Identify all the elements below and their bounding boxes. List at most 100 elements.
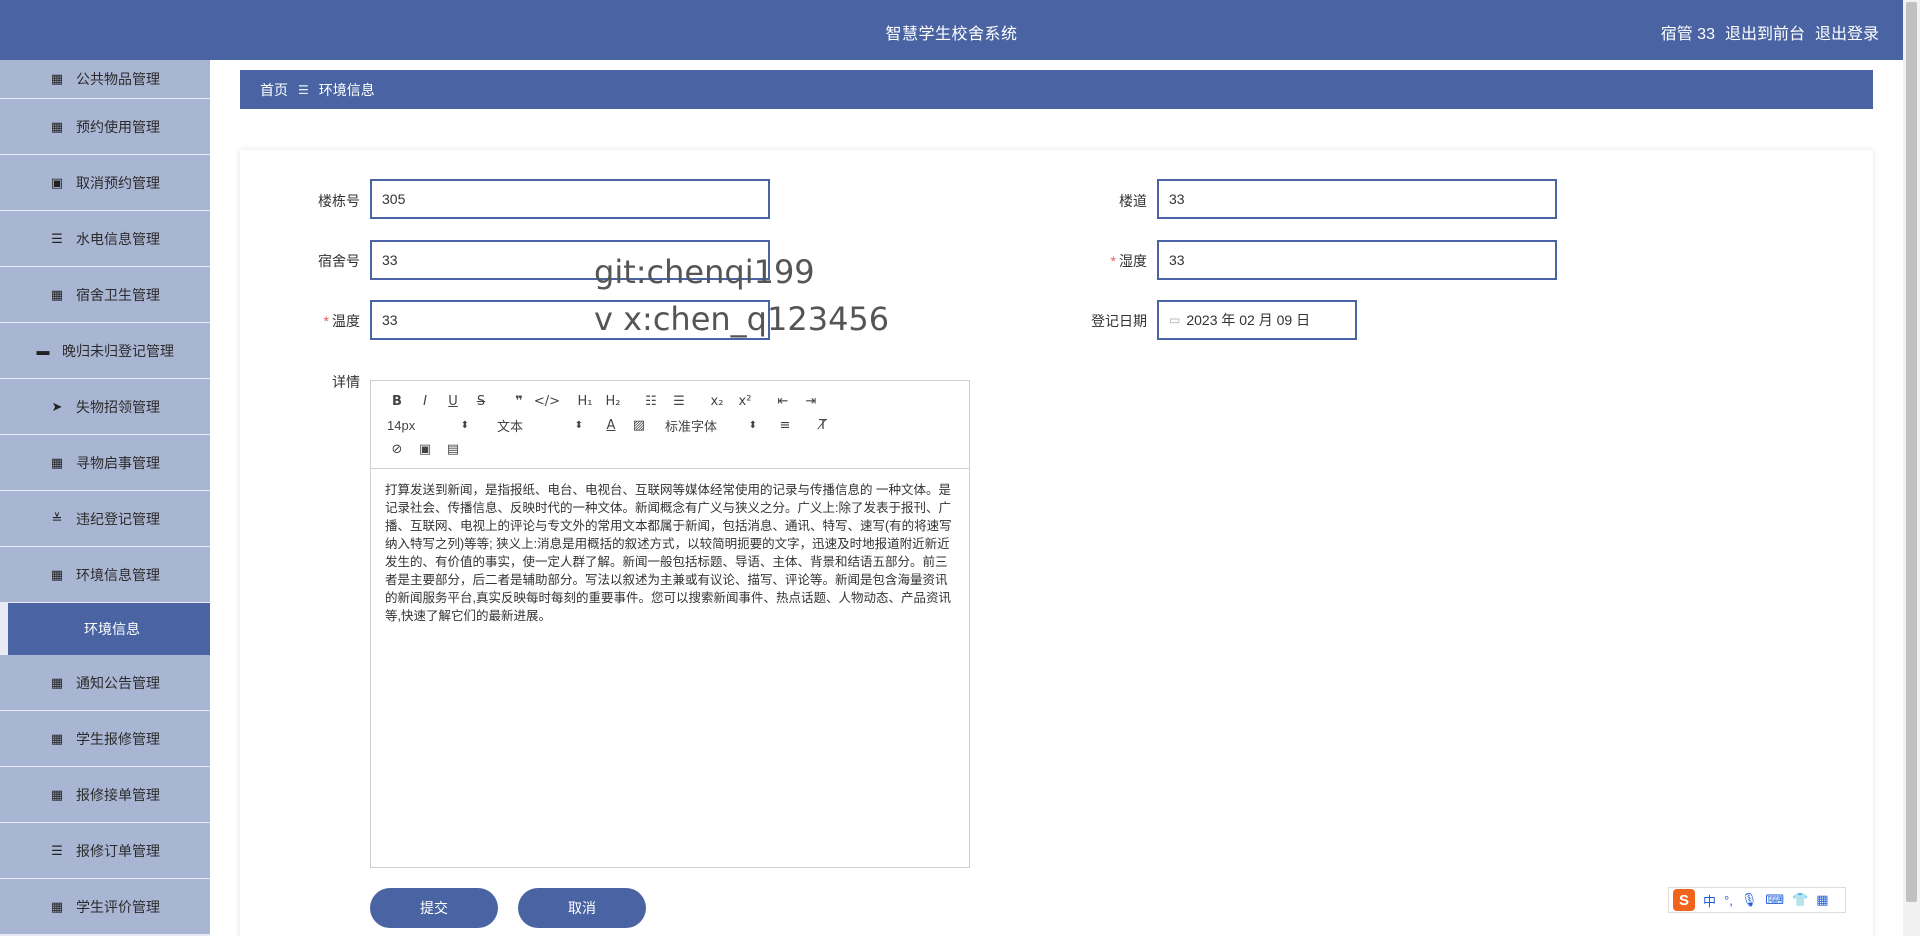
sidebar-item-label: 学生报修管理 [76, 730, 160, 747]
list-icon: ☰ [51, 230, 63, 246]
grid-icon: ▦ [50, 286, 64, 302]
user-name: 宿管 33 [1660, 26, 1715, 43]
ordered-list-icon[interactable]: ☷ [637, 389, 665, 413]
scrollbar-thumb[interactable] [1906, 2, 1917, 902]
top-bar: 智慧学生校舍系统 宿管 33 退出到前台 退出登录 [0, 0, 1903, 60]
sogou-logo-icon: S [1673, 889, 1695, 911]
sidebar-item-student-repair[interactable]: ▦ 学生报修管理 [0, 711, 210, 767]
grid-icon: ▦ [50, 71, 64, 86]
code-block-icon[interactable]: </> [533, 389, 561, 413]
cancel-button[interactable]: 取消 [518, 888, 646, 928]
grid-icon: ▦ [50, 566, 64, 582]
paper-plane-icon: ➤ [51, 398, 63, 414]
sidebar-item-repair-order[interactable]: ☰ 报修订单管理 [0, 823, 210, 879]
clipboard-icon: ▣ [50, 174, 64, 190]
breadcrumb: 首页 ☰ 环境信息 [240, 70, 1873, 109]
bold-icon[interactable]: B [383, 389, 411, 413]
sidebar-item-label: 取消预约管理 [76, 174, 160, 191]
sidebar-item-label: 报修订单管理 [76, 842, 160, 859]
heading1-icon[interactable]: H₁ [571, 389, 599, 413]
temperature-label: * 温度 [323, 313, 360, 329]
italic-icon[interactable]: I [411, 389, 439, 413]
strike-icon[interactable]: S [467, 389, 495, 413]
sidebar-item-notice[interactable]: ▦ 通知公告管理 [0, 655, 210, 711]
outdent-icon[interactable]: ⇤ [769, 389, 797, 413]
editor-content[interactable]: 打算发送到新闻，是指报纸、电台、电视台、互联网等媒体经常使用的记录与传播信息的 … [371, 469, 969, 637]
sidebar-item-lost-found[interactable]: ➤ 失物招领管理 [0, 379, 210, 435]
sidebar-item-label: 寻物启事管理 [76, 454, 160, 471]
corridor-input[interactable] [1157, 179, 1557, 219]
select-arrows-icon: ⬍ [748, 419, 757, 431]
link-icon[interactable]: ⊘ [383, 437, 411, 461]
exit-to-front-link[interactable]: 退出到前台 [1725, 20, 1805, 44]
grid-icon: ▦ [50, 786, 64, 802]
building-input[interactable] [370, 179, 770, 219]
sidebar-item-label: 失物招领管理 [76, 398, 160, 415]
grid-icon: ▦ [50, 730, 64, 746]
watermark-line-2: v x:chen_q123456 [594, 300, 890, 338]
align-icon[interactable]: ≡ [771, 413, 799, 437]
submit-button[interactable]: 提交 [370, 888, 498, 928]
breadcrumb-current: 环境信息 [318, 81, 375, 98]
heading2-icon[interactable]: H₂ [599, 389, 627, 413]
editor-toolbar: B I U S ❞ </> H₁ H₂ ☷ ☰ x₂ x² ⇤ ⇥ 14px ⬍ … [371, 381, 969, 469]
app-title: 智慧学生校舍系统 [885, 26, 1018, 43]
required-mark: * [323, 313, 329, 329]
sidebar-item-hygiene[interactable]: ▦ 宿舍卫生管理 [0, 267, 210, 323]
toolbox-icon[interactable]: ▦ [1816, 892, 1828, 908]
font-color-icon[interactable]: A [597, 413, 625, 437]
watermark-line-1: git:chenqi199 [594, 253, 815, 291]
sidebar-item-student-review[interactable]: ▦ 学生评价管理 [0, 879, 210, 935]
sidebar-subitem-label: 环境信息 [84, 621, 140, 637]
page-scrollbar[interactable] [1903, 0, 1920, 936]
logout-link[interactable]: 退出登录 [1815, 20, 1879, 44]
image-icon[interactable]: ▣ [411, 437, 439, 461]
sidebar-item-reservation[interactable]: ▦ 预约使用管理 [0, 99, 210, 155]
select-arrows-icon: ⬍ [574, 419, 583, 431]
indent-icon[interactable]: ⇥ [797, 389, 825, 413]
building-label: 楼栋号 [318, 193, 360, 209]
subscript-icon[interactable]: x₂ [703, 389, 731, 413]
heading-select[interactable]: 文本 ⬍ [493, 413, 587, 437]
sidebar-item-repair-accept[interactable]: ▦ 报修接单管理 [0, 767, 210, 823]
ime-language[interactable]: 中 [1703, 891, 1716, 910]
date-input[interactable]: ▭ 2023 年 02 月 09 日 [1157, 300, 1357, 340]
sidebar-item-label: 环境信息管理 [76, 566, 160, 583]
blockquote-icon[interactable]: ❞ [505, 389, 533, 413]
sidebar-subitem-environment-info[interactable]: 环境信息 [0, 603, 210, 655]
ime-toolbar[interactable]: S 中 °, 🎙 ⌨ 👕 ▦ [1668, 887, 1846, 913]
sidebar-item-label: 报修接单管理 [76, 786, 160, 803]
sidebar-item-utilities[interactable]: ☰ 水电信息管理 [0, 211, 210, 267]
sidebar-item-label: 预约使用管理 [76, 118, 160, 135]
sidebar: ▦ 公共物品管理 ▦ 预约使用管理 ▣ 取消预约管理 ☰ 水电信息管理 ▦ 宿舍… [0, 60, 210, 936]
underline-icon[interactable]: U [439, 389, 467, 413]
corridor-label: 楼道 [1119, 193, 1147, 209]
superscript-icon[interactable]: x² [731, 389, 759, 413]
sidebar-item-label: 水电信息管理 [76, 230, 160, 247]
skin-icon[interactable]: 👕 [1792, 892, 1808, 908]
sidebar-item-cancel-reservation[interactable]: ▣ 取消预约管理 [0, 155, 210, 211]
font-family-select[interactable]: 标准字体 ⬍ [661, 413, 761, 437]
humidity-input[interactable] [1157, 240, 1557, 280]
microphone-icon[interactable]: 🎙 [1741, 892, 1758, 908]
sidebar-item-public-goods[interactable]: ▦ 公共物品管理 [0, 60, 210, 99]
background-color-icon[interactable]: ▨ [625, 413, 653, 437]
details-label: 详情 [332, 374, 360, 390]
font-size-select[interactable]: 14px ⬍ [383, 413, 473, 437]
clear-format-icon[interactable]: T̸ [809, 413, 837, 437]
ime-punctuation[interactable]: °, [1724, 893, 1733, 908]
date-value: 2023 年 02 月 09 日 [1186, 312, 1311, 328]
user-menu: 宿管 33 退出到前台 退出登录 [1661, 20, 1879, 44]
sidebar-item-environment[interactable]: ▦ 环境信息管理 [0, 547, 210, 603]
bullet-list-icon[interactable]: ☰ [665, 389, 693, 413]
briefcase-icon: ▬ [36, 342, 50, 358]
calendar-icon: ▭ [1169, 313, 1181, 327]
sidebar-item-late-return[interactable]: ▬ 晚归未归登记管理 [0, 323, 210, 379]
sidebar-item-discipline[interactable]: ≚ 违纪登记管理 [0, 491, 210, 547]
sidebar-item-lost-notice[interactable]: ▦ 寻物启事管理 [0, 435, 210, 491]
video-icon[interactable]: ▤ [439, 437, 467, 461]
sidebar-item-label: 学生评价管理 [76, 898, 160, 915]
keyboard-icon[interactable]: ⌨ [1765, 892, 1784, 908]
grid-icon: ▦ [50, 118, 64, 134]
breadcrumb-home[interactable]: 首页 [260, 80, 288, 100]
